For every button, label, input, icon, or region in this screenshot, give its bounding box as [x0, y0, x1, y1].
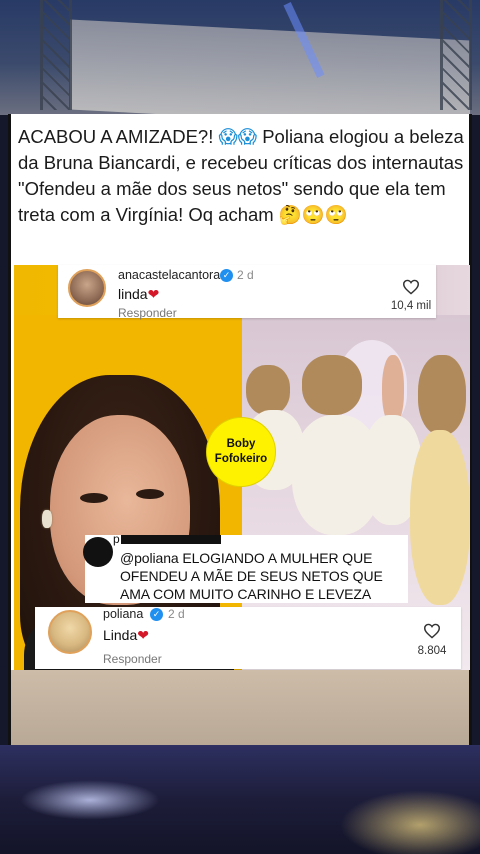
- blonde-woman-hair: [418, 355, 466, 435]
- post-caption: ACABOU A AMIZADE?! 😱😱 Poliana elogiou a …: [18, 124, 464, 228]
- grandmother-head: [302, 355, 362, 415]
- portrait-eye-right: [136, 489, 164, 499]
- reply-button[interactable]: Responder: [118, 306, 177, 320]
- caption-emoji-thinking: 🤔🙄🙄: [278, 204, 348, 225]
- comment-text: Linda❤: [103, 627, 149, 644]
- stage-glow-right: [340, 790, 480, 854]
- like-count: 8.804: [417, 645, 447, 657]
- reply-button[interactable]: Responder: [103, 652, 162, 666]
- like-count: 10,4 mil: [390, 300, 432, 312]
- portrait-earring: [42, 510, 52, 528]
- comment-text-word: Linda: [103, 627, 138, 643]
- comment-bottom: poliana ✓ 2 d Linda❤ Responder 8.804: [35, 607, 461, 669]
- comment-username[interactable]: poliana: [103, 607, 143, 621]
- verified-icon: ✓: [220, 269, 233, 282]
- badge-line-2: Fofokeiro: [214, 453, 268, 465]
- comment-username-initial: p: [113, 532, 120, 546]
- heart-emoji-icon: ❤: [147, 286, 160, 302]
- caption-text-start: ACABOU A AMIZADE?!: [18, 126, 219, 147]
- badge-line-1: Boby: [226, 438, 256, 450]
- comment-time: 2 d: [237, 268, 254, 282]
- blonde-woman-dress: [410, 430, 470, 605]
- portrait-eye-left: [80, 493, 108, 503]
- photo-bottom-strip: [11, 670, 469, 745]
- comment-text: @poliana ELOGIANDO A MULHER QUE OFENDEU …: [120, 550, 383, 602]
- redacted-username: [121, 535, 221, 544]
- avatar[interactable]: [48, 610, 92, 654]
- comment-username[interactable]: anacastelacantora: [118, 268, 220, 282]
- stage-truss-right: [440, 0, 472, 110]
- stage-light-left: [20, 780, 160, 820]
- avatar[interactable]: [68, 269, 106, 307]
- comment-text-word: linda: [118, 286, 148, 302]
- verified-icon: ✓: [150, 608, 163, 621]
- watermark-badge: Boby Fofokeiro: [207, 418, 275, 486]
- caption-emoji-shocked: 😱😱: [218, 126, 258, 147]
- heart-outline-icon[interactable]: [402, 279, 420, 295]
- heart-outline-icon[interactable]: [423, 623, 441, 639]
- comment-text: linda❤: [118, 286, 159, 303]
- child-head: [246, 365, 290, 415]
- redacted-avatar: [83, 537, 113, 567]
- heart-emoji-icon: ❤: [137, 627, 149, 643]
- comment-time: 2 d: [168, 607, 185, 621]
- comment-mid: p @poliana ELOGIANDO A MULHER QUE OFENDE…: [83, 532, 408, 603]
- comment-top: anacastelacantora ✓ 2 d linda❤ Responder…: [58, 265, 436, 320]
- stage-truss-left: [40, 0, 72, 110]
